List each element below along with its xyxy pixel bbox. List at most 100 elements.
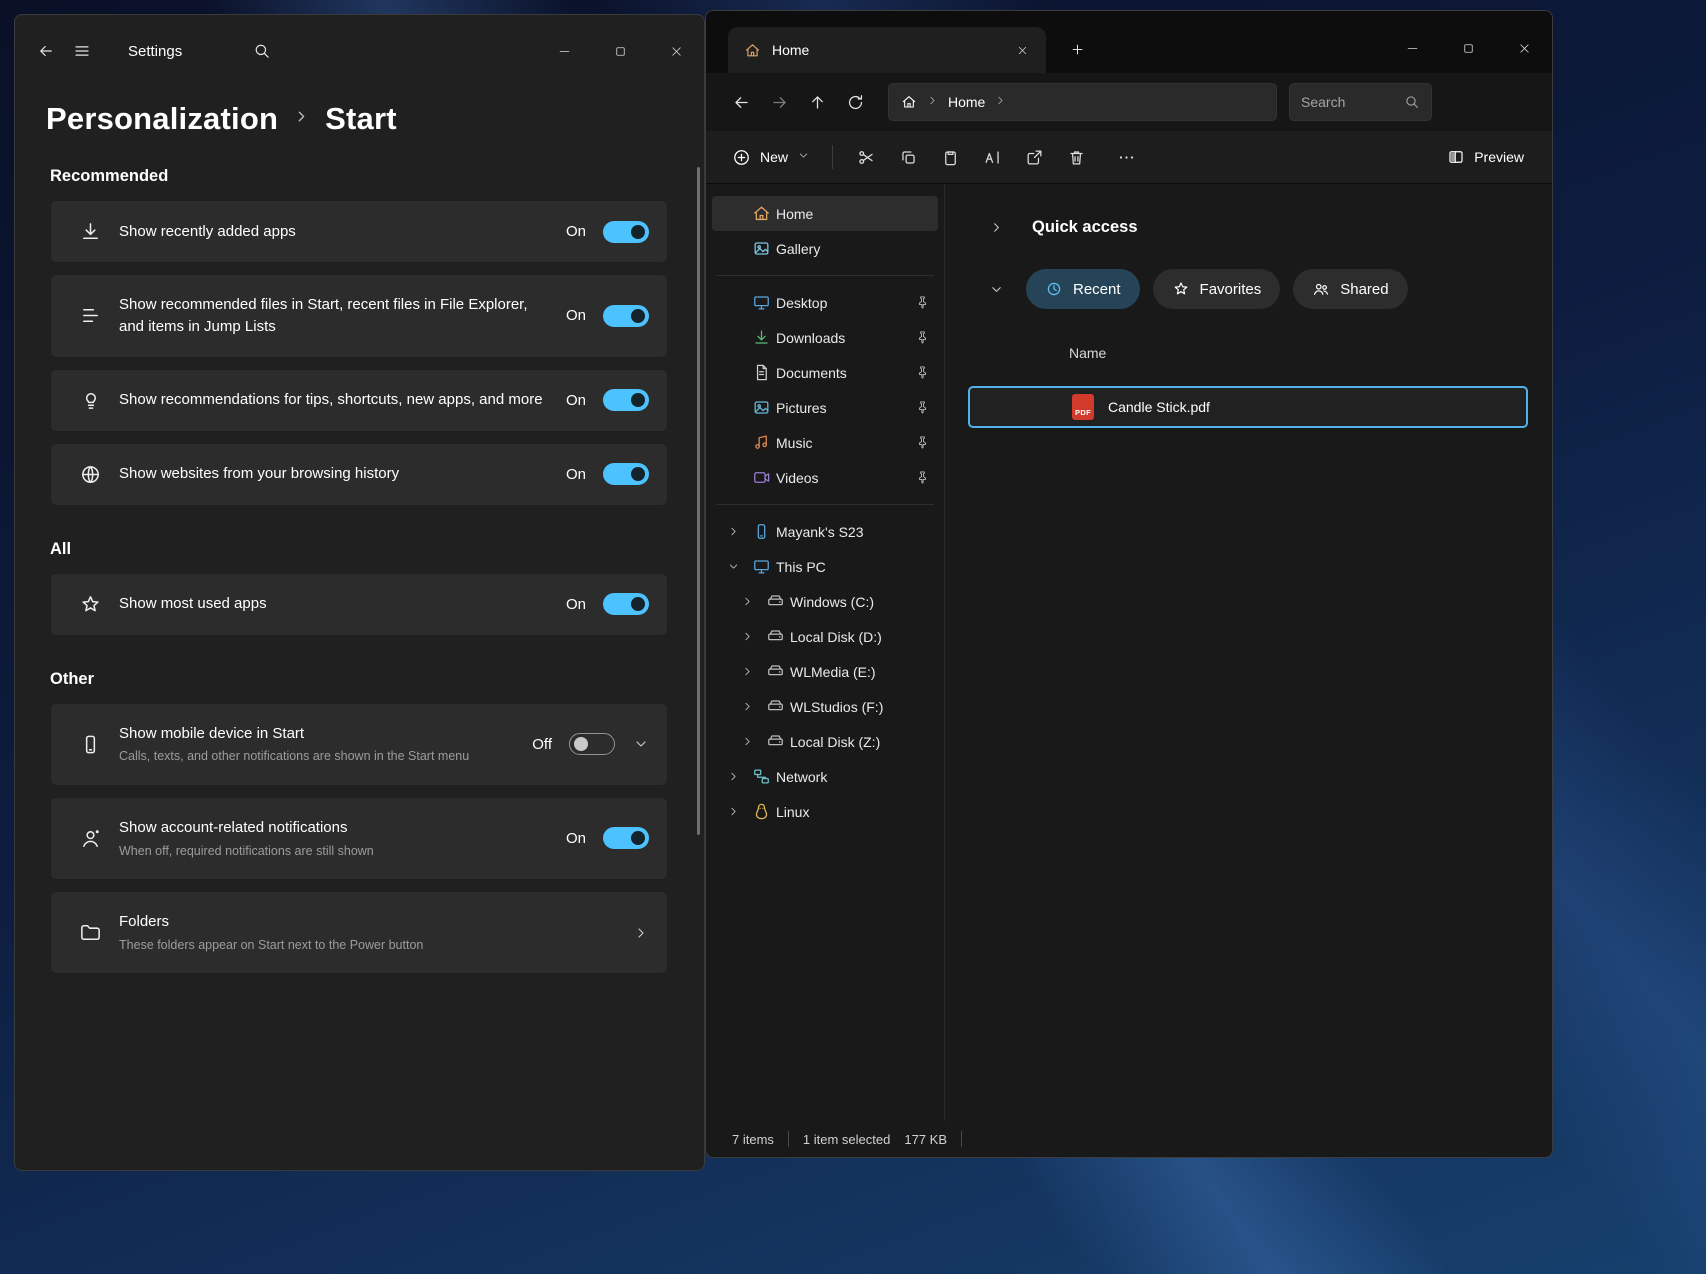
sidebar-item-wlmedia-e[interactable]: WLMedia (E:) xyxy=(712,654,938,689)
back-button[interactable] xyxy=(28,33,64,69)
sidebar-item-wlstudios-f[interactable]: WLStudios (F:) xyxy=(712,689,938,724)
column-header-name[interactable]: Name xyxy=(1069,345,1106,361)
minimize-button[interactable] xyxy=(536,31,592,71)
sidebar-item-linux[interactable]: Linux xyxy=(712,794,938,829)
sidebar-item-network[interactable]: Network xyxy=(712,759,938,794)
chevron-right-icon[interactable] xyxy=(734,700,760,713)
close-button[interactable] xyxy=(1496,28,1552,68)
plus-icon xyxy=(1070,42,1085,57)
breadcrumb: Personalization Start xyxy=(46,101,704,137)
setting-card-account-notifications: Show account-related notifications When … xyxy=(50,797,668,880)
quick-access-title: Quick access xyxy=(1032,218,1138,237)
sidebar-item-local-disk-z[interactable]: Local Disk (Z:) xyxy=(712,724,938,759)
rename-button[interactable] xyxy=(971,139,1013,175)
sidebar-item-home[interactable]: Home xyxy=(712,196,938,231)
star-icon xyxy=(1172,280,1190,298)
lightbulb-icon xyxy=(79,389,102,412)
status-items-count: 7 items xyxy=(732,1132,774,1147)
file-row-candle-stick-pdf[interactable]: PDF Candle Stick.pdf xyxy=(968,386,1528,428)
chevron-down-icon[interactable] xyxy=(989,282,1013,297)
address-crumb-home[interactable]: Home xyxy=(948,94,985,110)
delete-button[interactable] xyxy=(1055,139,1097,175)
breadcrumb-personalization[interactable]: Personalization xyxy=(46,101,278,137)
share-button[interactable] xyxy=(1013,139,1055,175)
settings-window-controls xyxy=(536,15,704,87)
new-button[interactable]: New xyxy=(722,139,820,175)
address-bar[interactable]: Home xyxy=(888,83,1277,121)
sidebar-item-gallery[interactable]: Gallery xyxy=(712,231,938,266)
mobile-device-expander[interactable] xyxy=(633,736,649,752)
refresh-icon xyxy=(846,93,865,112)
recently-added-apps-toggle[interactable] xyxy=(603,221,649,243)
status-separator xyxy=(788,1131,789,1147)
status-selection-size: 177 KB xyxy=(904,1132,947,1147)
recommended-files-toggle[interactable] xyxy=(603,305,649,327)
recommendations-tips-toggle[interactable] xyxy=(603,389,649,411)
home-icon xyxy=(901,94,917,110)
setting-label: Folders xyxy=(119,911,607,933)
minimize-button[interactable] xyxy=(1384,28,1440,68)
setting-sublabel: When off, required notifications are sti… xyxy=(119,843,552,861)
sidebar-item-pictures[interactable]: Pictures xyxy=(712,390,938,425)
minimize-icon xyxy=(1405,41,1420,56)
search-input[interactable]: Search xyxy=(1289,83,1432,121)
phone-device-icon xyxy=(752,522,771,541)
filter-shared-button[interactable]: Shared xyxy=(1293,269,1407,309)
sidebar-item-music[interactable]: Music xyxy=(712,425,938,460)
setting-label: Show recommended files in Start, recent … xyxy=(119,294,552,338)
setting-label: Show mobile device in Start xyxy=(119,723,518,745)
toggle-state-label: On xyxy=(566,392,586,409)
navigation-menu-button[interactable] xyxy=(64,33,100,69)
nav-forward-button[interactable] xyxy=(760,84,798,120)
chevron-right-icon[interactable] xyxy=(720,770,746,783)
quick-access-header[interactable]: Quick access xyxy=(968,218,1532,237)
recommended-files-icon xyxy=(79,304,102,327)
maximize-button[interactable] xyxy=(1440,28,1496,68)
explorer-toolbar: New Preview xyxy=(706,131,1552,184)
chevron-right-icon[interactable] xyxy=(734,665,760,678)
chevron-right-icon[interactable] xyxy=(734,735,760,748)
websites-history-toggle[interactable] xyxy=(603,463,649,485)
paste-button[interactable] xyxy=(929,139,971,175)
sidebar-item-downloads[interactable]: Downloads xyxy=(712,320,938,355)
more-options-button[interactable] xyxy=(1105,139,1147,175)
tab-home[interactable]: Home xyxy=(728,27,1046,73)
chevron-down-icon[interactable] xyxy=(720,560,746,573)
copy-button[interactable] xyxy=(887,139,929,175)
chevron-right-icon[interactable] xyxy=(720,525,746,538)
chevron-right-icon[interactable] xyxy=(989,220,1013,235)
filter-recent-button[interactable]: Recent xyxy=(1026,269,1140,309)
cut-button[interactable] xyxy=(845,139,887,175)
sidebar-item-mayanks-s23[interactable]: Mayank's S23 xyxy=(712,514,938,549)
filter-favorites-button[interactable]: Favorites xyxy=(1153,269,1281,309)
ellipsis-icon xyxy=(1117,148,1136,167)
preview-button[interactable]: Preview xyxy=(1435,139,1536,175)
sidebar-item-documents[interactable]: Documents xyxy=(712,355,938,390)
maximize-icon xyxy=(1461,41,1476,56)
sidebar-item-desktop[interactable]: Desktop xyxy=(712,285,938,320)
file-explorer-window: Home Home Search New xyxy=(705,10,1553,1158)
mobile-device-toggle[interactable] xyxy=(569,733,615,755)
account-icon xyxy=(79,827,102,850)
clock-icon xyxy=(1045,280,1063,298)
nav-back-button[interactable] xyxy=(722,84,760,120)
most-used-apps-toggle[interactable] xyxy=(603,593,649,615)
tab-close-button[interactable] xyxy=(1008,36,1036,64)
nav-up-button[interactable] xyxy=(798,84,836,120)
sidebar-item-this-pc[interactable]: This PC xyxy=(712,549,938,584)
settings-scrollbar[interactable] xyxy=(697,167,700,835)
sidebar-item-videos[interactable]: Videos xyxy=(712,460,938,495)
sidebar-item-local-disk-d[interactable]: Local Disk (D:) xyxy=(712,619,938,654)
chevron-right-icon[interactable] xyxy=(720,805,746,818)
sidebar-item-windows-c[interactable]: Windows (C:) xyxy=(712,584,938,619)
account-notifications-toggle[interactable] xyxy=(603,827,649,849)
new-tab-button[interactable] xyxy=(1060,32,1094,66)
setting-card-folders[interactable]: Folders These folders appear on Start ne… xyxy=(50,891,668,974)
maximize-button[interactable] xyxy=(592,31,648,71)
settings-search-button[interactable] xyxy=(244,33,280,69)
close-button[interactable] xyxy=(648,31,704,71)
search-icon xyxy=(253,42,271,60)
nav-refresh-button[interactable] xyxy=(836,84,874,120)
chevron-right-icon[interactable] xyxy=(734,595,760,608)
chevron-right-icon[interactable] xyxy=(734,630,760,643)
